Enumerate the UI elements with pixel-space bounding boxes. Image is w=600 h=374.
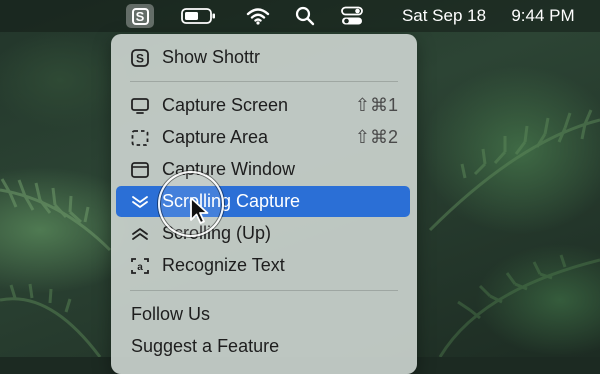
menu-item-label: Capture Area — [162, 127, 269, 147]
menubar-date[interactable]: Sat Sep 18 — [394, 0, 494, 32]
battery-icon[interactable] — [178, 0, 220, 32]
shottr-logo-icon: S — [131, 7, 149, 25]
search-icon[interactable] — [292, 0, 318, 32]
shottr-dropdown-menu: S Show Shottr Capture Screen ⇧⌘1 Capture… — [111, 34, 417, 374]
svg-text:a: a — [137, 262, 143, 273]
menu-bar: S Sat Sep 18 9:44 PM — [0, 0, 600, 32]
chevrons-up-icon — [132, 228, 148, 240]
menu-item-capture-area[interactable]: Capture Area ⇧⌘2 — [116, 122, 410, 153]
shortcut-hint: ⇧⌘1 — [354, 95, 398, 115]
shottr-menubar-icon[interactable]: S — [126, 4, 154, 28]
mouse-pointer-icon — [190, 197, 209, 224]
control-center-icon[interactable] — [336, 0, 368, 32]
menu-item-scrolling-up[interactable]: Scrolling (Up) — [116, 218, 410, 249]
menu-item-follow-us[interactable]: Follow Us — [116, 299, 410, 330]
menu-separator — [130, 81, 398, 82]
menu-item-show-shottr[interactable]: S Show Shottr — [116, 42, 410, 73]
menu-item-recognize-text[interactable]: a Recognize Text — [116, 250, 410, 281]
menu-item-label: Show Shottr — [162, 47, 261, 67]
menu-item-label: Suggest a Feature — [131, 336, 280, 356]
shottr-logo-icon: S — [131, 49, 149, 67]
chevrons-down-icon — [132, 196, 148, 208]
menu-item-label: Capture Screen — [162, 95, 289, 115]
menu-item-label: Follow Us — [131, 304, 211, 324]
shortcut-hint: ⇧⌘2 — [354, 127, 398, 147]
menu-item-capture-window[interactable]: Capture Window — [116, 154, 410, 185]
menu-separator — [130, 290, 398, 291]
menu-item-suggest-feature[interactable]: Suggest a Feature — [116, 331, 410, 362]
window-icon — [131, 162, 149, 178]
wifi-icon[interactable] — [244, 0, 272, 32]
menubar-time[interactable]: 9:44 PM — [503, 0, 583, 32]
monitor-icon — [131, 98, 149, 114]
menu-item-label: Recognize Text — [162, 255, 285, 275]
text-recognition-icon: a — [131, 258, 149, 274]
svg-text:S: S — [136, 52, 144, 66]
menu-item-capture-screen[interactable]: Capture Screen ⇧⌘1 — [116, 90, 410, 121]
dashed-area-icon — [131, 130, 149, 146]
